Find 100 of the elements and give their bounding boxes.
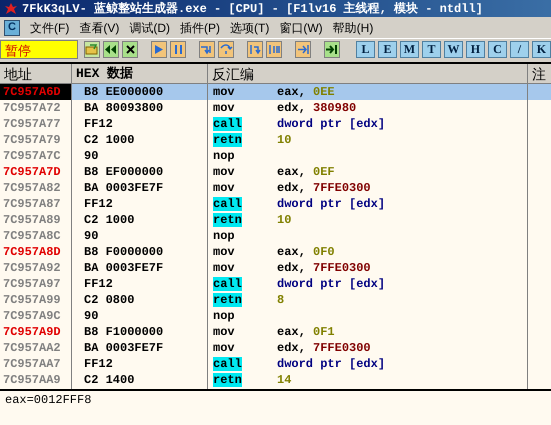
app-menu-icon[interactable]: C bbox=[4, 20, 20, 36]
code-row[interactable]: 7C957A72 BA 80093800 mov edx, 380980 bbox=[0, 100, 551, 116]
window-button[interactable]: E bbox=[378, 40, 397, 58]
operand-cell: eax, 0EF bbox=[277, 164, 335, 180]
pause-icon[interactable] bbox=[170, 40, 186, 58]
address-cell-text: 7C957A97 bbox=[2, 277, 61, 291]
address-cell-text: 7C957A82 bbox=[2, 181, 61, 195]
code-row[interactable]: 7C957AA9 C2 1400 retn 14 bbox=[0, 372, 551, 388]
window-button[interactable]: T bbox=[422, 40, 441, 58]
operand-cell: dword ptr [edx] bbox=[277, 116, 386, 132]
operand-cell: eax, 0EE bbox=[277, 84, 335, 100]
operand-cell: eax, 0F0 bbox=[277, 244, 335, 260]
operand-cell: edx, 7FFE0300 bbox=[277, 180, 371, 196]
mnemonic-cell: call bbox=[213, 357, 242, 371]
step-over-icon[interactable] bbox=[218, 40, 234, 58]
code-row[interactable]: 7C957A8C 90 nop bbox=[0, 228, 551, 244]
hex-cell: C2 1000 bbox=[84, 213, 134, 227]
operand-cell: dword ptr [edx] bbox=[277, 276, 386, 292]
code-row[interactable]: 7C957A79 C2 1000 retn 10 bbox=[0, 132, 551, 148]
menu-item[interactable]: 查看(V) bbox=[79, 18, 120, 36]
hex-cell: B8 F1000000 bbox=[84, 325, 164, 339]
code-row[interactable]: 7C957A7D B8 EF000000 mov eax, 0EF bbox=[0, 164, 551, 180]
window-button[interactable]: W bbox=[444, 40, 463, 58]
code-row[interactable]: 7C957A8D B8 F0000000 mov eax, 0F0 bbox=[0, 244, 551, 260]
close-icon[interactable] bbox=[122, 40, 138, 58]
address-cell-text: 7C957A92 bbox=[2, 261, 61, 275]
status-field: 暂停 bbox=[0, 40, 78, 58]
address-cell-text: 7C957A6D bbox=[2, 85, 61, 99]
window-button[interactable]: / bbox=[510, 40, 529, 58]
code-row[interactable]: 7C957A7C 90 nop bbox=[0, 148, 551, 164]
mnemonic-cell: retn bbox=[213, 133, 242, 147]
address-cell-text: 7C957A9D bbox=[2, 325, 61, 339]
mnemonic-cell: call bbox=[213, 277, 242, 291]
code-row[interactable]: 7C957A9D B8 F1000000 mov eax, 0F1 bbox=[0, 324, 551, 340]
column-header[interactable]: HEX 数据 bbox=[72, 64, 208, 83]
hex-cell: BA 0003FE7F bbox=[84, 181, 164, 195]
window-button[interactable]: H bbox=[466, 40, 485, 58]
code-row[interactable]: 7C957AA7 FF12 call dword ptr [edx] bbox=[0, 356, 551, 372]
play-icon[interactable] bbox=[150, 40, 168, 58]
hex-cell: 90 bbox=[84, 309, 98, 323]
code-row[interactable]: 7C957A82 BA 0003FE7F mov edx, 7FFE0300 bbox=[0, 180, 551, 196]
mnemonic-cell: retn bbox=[213, 213, 242, 227]
mnemonic-cell: mov bbox=[213, 341, 235, 355]
bug-icon bbox=[4, 2, 18, 15]
menu-item[interactable]: 窗口(W) bbox=[279, 18, 323, 36]
window-button[interactable]: M bbox=[400, 40, 419, 58]
mnemonic-cell: mov bbox=[213, 245, 235, 259]
go-to-icon[interactable] bbox=[324, 40, 340, 58]
hex-cell: B8 EE000000 bbox=[84, 85, 164, 99]
code-row[interactable]: 7C957A92 BA 0003FE7F mov edx, 7FFE0300 bbox=[0, 260, 551, 276]
hex-cell: B8 F0000000 bbox=[84, 245, 164, 259]
folder-icon[interactable] bbox=[84, 40, 100, 58]
mnemonic-cell: nop bbox=[213, 149, 235, 163]
code-row[interactable]: 7C957A77 FF12 call dword ptr [edx] bbox=[0, 116, 551, 132]
code-row[interactable]: 7C957A87 FF12 call dword ptr [edx] bbox=[0, 196, 551, 212]
mnemonic-cell: mov bbox=[213, 325, 235, 339]
return-arrow-icon[interactable] bbox=[294, 40, 312, 58]
column-header[interactable]: 地址 bbox=[0, 64, 72, 83]
mnemonic-cell: mov bbox=[213, 165, 235, 179]
hex-cell: 90 bbox=[84, 229, 98, 243]
window-title: 7FkK3qLV- 蓝鲸整站生成器.exe - [CPU] - [F1lv16 主线程, 模块 - ntdll] bbox=[22, 0, 483, 18]
code-row[interactable]: 7C957A6D B8 EE000000 mov eax, 0EE bbox=[0, 84, 551, 100]
menu-item[interactable]: 文件(F) bbox=[30, 18, 70, 36]
step-into-icon[interactable] bbox=[198, 40, 216, 58]
code-row[interactable]: 7C957A99 C2 0800 retn 8 bbox=[0, 292, 551, 308]
hex-cell: FF12 bbox=[84, 197, 113, 211]
mnemonic-cell: call bbox=[213, 117, 242, 131]
menu-item[interactable]: 选项(T) bbox=[230, 18, 270, 36]
window-button[interactable]: K bbox=[532, 40, 551, 58]
rewind-icon[interactable] bbox=[102, 40, 120, 58]
address-cell-text: 7C957AA9 bbox=[2, 373, 61, 387]
window-button[interactable]: C bbox=[488, 40, 507, 58]
mnemonic-cell: mov bbox=[213, 261, 235, 275]
code-row[interactable]: 7C957A9C 90 nop bbox=[0, 308, 551, 324]
mnemonic-cell: nop bbox=[213, 309, 235, 323]
address-cell-text: 7C957A87 bbox=[2, 197, 61, 211]
code-row[interactable]: 7C957A97 FF12 call dword ptr [edx] bbox=[0, 276, 551, 292]
mnemonic-cell: retn bbox=[213, 373, 242, 387]
menu-item[interactable]: 调试(D) bbox=[129, 18, 170, 36]
trace-into-icon[interactable] bbox=[246, 40, 264, 58]
address-cell-text: 7C957A79 bbox=[2, 133, 61, 147]
trace-over-icon[interactable] bbox=[266, 40, 282, 58]
hex-cell: B8 EF000000 bbox=[84, 165, 164, 179]
code-row[interactable]: 7C957AA2 BA 0003FE7F mov edx, 7FFE0300 bbox=[0, 340, 551, 356]
mnemonic-cell: retn bbox=[213, 293, 242, 307]
mnemonic-cell: call bbox=[213, 197, 242, 211]
hex-cell: BA 0003FE7F bbox=[84, 261, 164, 275]
window-button[interactable]: L bbox=[356, 40, 375, 58]
hex-cell: FF12 bbox=[84, 117, 113, 131]
hex-cell: C2 1400 bbox=[84, 373, 134, 387]
column-header[interactable]: 注 bbox=[528, 64, 551, 83]
column-header[interactable]: 反汇编 bbox=[208, 64, 528, 83]
operand-cell: eax, 0F1 bbox=[277, 324, 335, 340]
code-row[interactable]: 7C957A89 C2 1000 retn 10 bbox=[0, 212, 551, 228]
address-cell-text: 7C957A72 bbox=[2, 101, 61, 115]
hex-cell: 90 bbox=[84, 149, 98, 163]
operand-cell: edx, 380980 bbox=[277, 100, 356, 116]
menu-item[interactable]: 插件(P) bbox=[180, 18, 220, 36]
menu-item[interactable]: 帮助(H) bbox=[332, 18, 374, 36]
address-cell-text: 7C957A8D bbox=[2, 245, 61, 259]
